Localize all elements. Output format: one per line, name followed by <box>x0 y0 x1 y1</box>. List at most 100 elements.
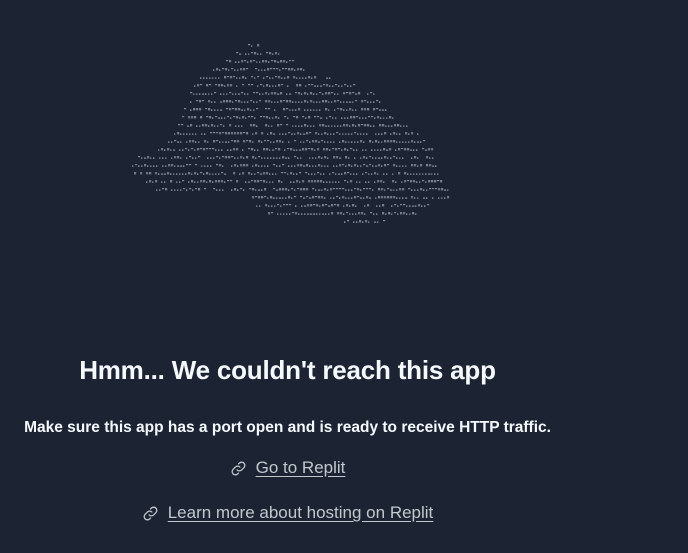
ascii-char <box>183 188 186 190</box>
ascii-char <box>389 116 392 119</box>
ascii-char <box>441 197 443 199</box>
ascii-char <box>279 188 282 191</box>
ascii-char <box>399 157 401 159</box>
ascii-char <box>276 157 278 159</box>
ascii-char <box>351 133 353 135</box>
ascii-char <box>327 133 329 135</box>
ascii-char <box>387 196 390 199</box>
ascii-char <box>388 212 391 215</box>
ascii-char <box>402 141 404 143</box>
ascii-char <box>269 85 271 87</box>
ascii-char <box>392 173 394 175</box>
ascii-char <box>186 189 188 191</box>
ascii-char <box>331 204 334 207</box>
ascii-char <box>267 197 269 199</box>
ascii-char <box>221 180 224 183</box>
ascii-char <box>404 172 407 175</box>
ascii-char <box>277 204 280 206</box>
ascii-char <box>279 165 281 167</box>
ascii-char <box>224 76 227 79</box>
ascii-char <box>156 189 158 191</box>
ascii-char <box>158 149 160 151</box>
ascii-char <box>205 108 208 110</box>
ascii-char <box>256 101 258 103</box>
ascii-char <box>263 85 265 87</box>
ascii-char <box>345 165 347 167</box>
ascii-char <box>314 149 316 151</box>
ascii-char <box>283 204 286 206</box>
ascii-char <box>405 132 408 135</box>
ascii-char <box>231 140 234 142</box>
go-to-replit-link[interactable]: Go to Replit <box>230 458 345 478</box>
ascii-char <box>409 213 411 215</box>
ascii-char <box>219 132 222 135</box>
ascii-char <box>261 165 263 167</box>
ascii-char <box>333 133 335 135</box>
ascii-char <box>303 141 305 143</box>
ascii-char <box>300 68 303 71</box>
ascii-char <box>385 213 387 215</box>
ascii-char <box>303 188 306 191</box>
ascii-char <box>309 132 312 134</box>
ascii-char <box>273 164 276 166</box>
ascii-char <box>331 212 334 215</box>
ascii-char <box>177 165 180 167</box>
ascii-char <box>393 140 396 143</box>
ascii-char <box>403 212 406 215</box>
ascii-char <box>233 116 236 118</box>
ascii-char <box>311 173 313 175</box>
ascii-char <box>308 76 311 79</box>
ascii-char <box>164 149 166 151</box>
ascii-char <box>226 60 229 62</box>
ascii-char <box>341 149 343 151</box>
ascii-char <box>248 116 251 118</box>
ascii-char <box>360 133 362 135</box>
ascii-char <box>425 181 427 183</box>
ascii-char <box>291 188 294 190</box>
ascii-char <box>177 132 180 135</box>
ascii-char <box>297 68 300 71</box>
ascii-char <box>230 149 232 151</box>
ascii-char <box>269 181 271 183</box>
ascii-char <box>339 188 342 190</box>
ascii-char <box>312 165 314 167</box>
ascii-char <box>345 133 347 135</box>
ascii-char <box>352 101 354 103</box>
ascii-char <box>328 213 330 215</box>
ascii-char <box>411 164 414 167</box>
ascii-char <box>218 180 221 183</box>
ascii-char <box>132 165 134 167</box>
ascii-char <box>376 100 379 102</box>
ascii-char <box>334 125 336 127</box>
ascii-char <box>203 173 205 175</box>
ascii-char <box>245 181 247 183</box>
ascii-char <box>209 148 212 150</box>
ascii-char <box>332 172 335 174</box>
ascii-char <box>404 148 407 151</box>
learn-more-hosting-link[interactable]: Learn more about hosting on Replit <box>142 503 433 523</box>
ascii-char <box>287 85 289 87</box>
ascii-char <box>328 205 331 207</box>
ascii-char <box>284 116 287 118</box>
ascii-char <box>257 76 260 78</box>
ascii-char <box>350 148 353 150</box>
ascii-char <box>278 117 280 119</box>
ascii-char <box>156 165 158 167</box>
ascii-char <box>307 213 310 215</box>
ascii-char <box>345 189 347 191</box>
ascii-char <box>274 101 276 103</box>
ascii-char <box>277 101 279 103</box>
ascii-char <box>356 173 358 175</box>
ascii-char <box>253 109 255 111</box>
ascii-char <box>347 172 350 174</box>
ascii-char <box>417 133 419 135</box>
ascii-char <box>174 133 176 135</box>
ascii-char <box>215 149 217 151</box>
ascii-char <box>319 213 321 215</box>
ascii-char <box>153 165 155 167</box>
ascii-char <box>349 125 351 127</box>
ascii-char <box>268 100 271 103</box>
ascii-char <box>340 108 343 111</box>
ascii-char <box>286 108 289 110</box>
ascii-char <box>272 77 274 79</box>
